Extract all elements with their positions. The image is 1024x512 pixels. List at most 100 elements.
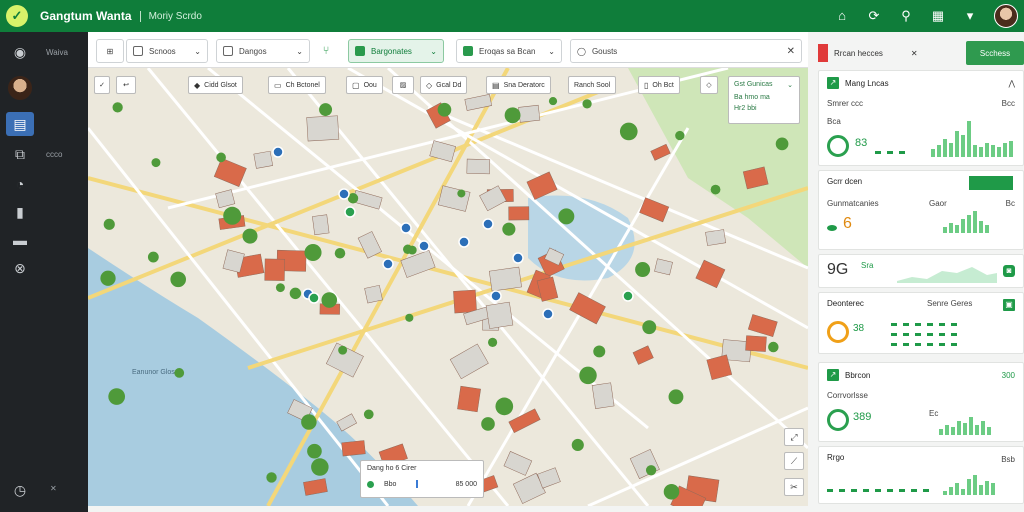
search-icon[interactable]: ⚲ <box>898 8 914 24</box>
badge-icon[interactable]: ◙ <box>1003 265 1015 277</box>
bell-icon[interactable]: ◔ <box>6 172 34 196</box>
chip-link-icon[interactable]: ↩ <box>116 76 136 94</box>
more-icon[interactable]: ⋀ <box>1008 79 1015 88</box>
pen-icon[interactable]: ⟋ <box>784 452 804 470</box>
tree <box>307 443 322 459</box>
tool-icon[interactable]: ⊞ <box>96 39 124 63</box>
card-5[interactable]: ↗ Bbrcon 300 Corrvorlsse Ec 389 <box>818 362 1024 442</box>
square-icon: ▢ <box>352 80 360 90</box>
popup-line-1: Ba hmo ma <box>734 94 770 101</box>
sidebar-avatar[interactable] <box>8 76 32 100</box>
tree <box>548 96 558 106</box>
card-1-dots <box>875 151 905 154</box>
tree <box>363 409 374 420</box>
tree <box>321 292 338 308</box>
chip-image-icon[interactable]: ▨ <box>392 76 414 94</box>
refresh-icon[interactable]: ⟳ <box>866 8 882 24</box>
building-red <box>264 258 285 281</box>
grid-icon[interactable]: ▦ <box>930 8 946 24</box>
card-5-big: 389 <box>853 411 872 423</box>
zoom-in-icon[interactable]: ⤢ <box>784 428 804 446</box>
map-chip-2[interactable]: ▭ Ch Bctonel <box>268 76 326 94</box>
card-2-title: Gcrr dcen <box>827 177 863 186</box>
chevron-down-icon: ⌄ <box>430 46 437 56</box>
left-sidebar: ◉ ▤ ⧉ ◔ ▮ ▬ ⊗ ◷ Waiva ccco ✕ <box>0 32 88 512</box>
map-chip-1[interactable]: ◆ Cidd Glsot <box>188 76 243 94</box>
card-2[interactable]: Gcrr dcen Gunmatcanies Gaor Bc 6 <box>818 170 1024 250</box>
card-6[interactable]: Rrgo Bsb <box>818 446 1024 504</box>
badge-icon[interactable]: ▣ <box>1003 299 1015 311</box>
sidebar-label-2: ccco <box>46 150 63 159</box>
building-grey <box>306 115 340 142</box>
dropdown-2[interactable]: Dangos ⌄ <box>216 39 310 63</box>
dropdown-1[interactable]: Scnoos ⌄ <box>126 39 208 63</box>
tree <box>710 184 721 195</box>
tree <box>768 341 779 353</box>
tree <box>108 388 126 405</box>
checkbox-icon <box>133 46 143 56</box>
dropdown-4[interactable]: Eroqas sa Bcan ⌄ <box>456 39 562 63</box>
card-5-bars <box>939 413 991 435</box>
close-icon[interactable]: ✕ <box>905 41 924 65</box>
tree <box>174 368 185 378</box>
folder-icon[interactable]: ▬ <box>6 228 34 252</box>
map-canvas[interactable]: Eanunor Glosa ✓ ↩ ◆ Cidd Glsot ▭ Ch Bctone… <box>88 68 808 506</box>
card-1-label: Smrer ccc <box>827 99 863 108</box>
map-pin-icon <box>418 240 430 252</box>
user-avatar[interactable] <box>994 4 1018 28</box>
measure-icon[interactable]: ✂ <box>784 478 804 496</box>
collapse-icon[interactable]: ✕ <box>50 484 57 493</box>
card-3[interactable]: 9G Sra ◙ <box>818 254 1024 288</box>
dropdown-3[interactable]: Bargonates ⌄ <box>348 39 444 63</box>
legend-title: Dang ho 6 Cirer <box>367 465 417 472</box>
map-chip-6[interactable]: Ranch Sool <box>568 76 617 94</box>
card-3-sparkline <box>897 267 997 283</box>
check-logo-icon[interactable]: ✓ <box>6 5 28 27</box>
chevron-down-icon[interactable]: ⌄ <box>787 81 793 89</box>
tree <box>437 102 452 117</box>
layers-icon[interactable]: ⧉ <box>6 142 34 166</box>
card-4-ring <box>827 321 849 343</box>
tree <box>502 222 516 236</box>
tree <box>495 397 514 416</box>
home-icon[interactable]: ⌂ <box>834 8 850 24</box>
panel-action-button[interactable]: Scchess <box>966 41 1024 65</box>
chip-diamond-icon[interactable]: ◇ <box>700 76 718 94</box>
tree <box>593 345 606 358</box>
tree <box>103 218 115 230</box>
map-toolbar: ⊞ Scnoos ⌄ Dangos ⌄ ⑂ Bargonates ⌄ Eroqa… <box>88 32 808 68</box>
map-pin-icon <box>382 258 394 270</box>
building-grey <box>312 214 330 236</box>
legend-dot-icon <box>367 480 374 488</box>
close-icon[interactable]: ✕ <box>787 46 795 57</box>
map-chip-4[interactable]: ◇ Gcal Dd <box>420 76 468 94</box>
chevron-down-icon[interactable]: ▾ <box>962 8 978 24</box>
map-chip-3[interactable]: ▢ Oou <box>346 76 383 94</box>
search-input[interactable]: ◯ Gousts ✕ <box>570 39 802 63</box>
card-4[interactable]: Deonterec Senre Geres ▣ 38 <box>818 292 1024 354</box>
building-grey <box>466 158 491 175</box>
settings-icon[interactable]: ⊗ <box>6 256 34 280</box>
help-icon[interactable]: ◷ <box>6 478 34 502</box>
map-icon[interactable]: ▤ <box>6 112 34 136</box>
panel-tab[interactable]: Rrcan hecces <box>828 41 889 65</box>
tree <box>558 208 575 225</box>
building-red <box>341 440 366 457</box>
map-chip-5[interactable]: ▤ Sna Deratorc <box>486 76 551 94</box>
map-chip-7-label: Oh Bct <box>652 81 674 89</box>
tree <box>338 345 348 355</box>
card-1-kpi: Bcc <box>1001 99 1015 108</box>
card-2-dots <box>827 225 837 231</box>
card-1[interactable]: ↗ Mang Lncas ⋀ Smrer ccc Bcc Bca 83 <box>818 70 1024 166</box>
filter-icon[interactable]: ⑂ <box>316 39 336 63</box>
dropdown-1-label: Scnoos <box>149 46 176 56</box>
card-1-ring <box>827 135 849 157</box>
card-3-title: Sra <box>861 261 874 270</box>
chip-check-icon[interactable]: ✓ <box>94 76 110 94</box>
tree <box>481 417 495 431</box>
tree <box>147 251 159 263</box>
map-chip-7[interactable]: ▯ Oh Bct <box>638 76 680 94</box>
book-icon[interactable]: ▮ <box>6 200 34 224</box>
globe-icon[interactable]: ◉ <box>6 40 34 64</box>
card-2-bars <box>943 209 989 233</box>
